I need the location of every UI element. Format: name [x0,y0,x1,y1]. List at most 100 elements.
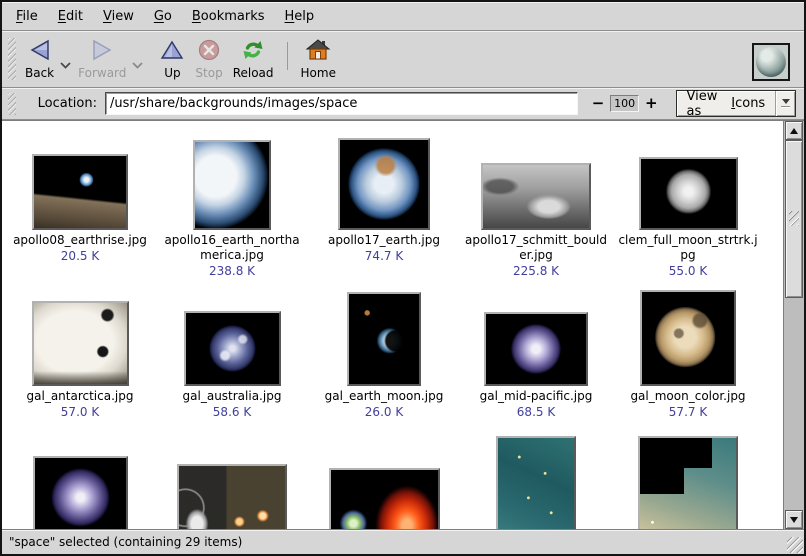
file-item[interactable]: gal_earth_moon.jpg26.0 K [308,288,460,430]
file-item[interactable]: apollo08_earthrise.jpg20.5 K [4,135,156,288]
file-item[interactable]: apollo16_earth_northamerica.jpg238.8 K [156,135,308,288]
file-item[interactable]: gal_australia.jpg58.6 K [156,288,308,430]
menu-item-help[interactable]: Help [275,6,325,27]
file-item[interactable]: clem_full_moon_strtrk.jpg55.0 K [612,135,764,288]
file-size: 55.0 K [613,263,763,279]
stop-icon [197,36,221,64]
file-item[interactable]: gal_mid-pacific.jpg68.5 K [460,288,612,430]
location-bar: Location: − 100 + View as Icons [2,88,804,120]
file-item[interactable] [156,436,308,530]
file-name: apollo17_schmitt_boulder.jpg [461,233,611,263]
file-size: 225.8 K [461,263,611,279]
zoom-level-indicator: 100 [610,95,639,112]
file-name: apollo16_earth_northamerica.jpg [157,233,307,263]
zoom-out-button[interactable]: − [592,96,605,111]
scrollbar-thumb[interactable] [785,140,803,298]
back-button[interactable]: Back [25,36,54,80]
menu-item-bookmarks[interactable]: Bookmarks [182,6,275,27]
view-as-selector[interactable]: View as Icons [676,90,797,117]
icon-view: apollo08_earthrise.jpg20.5 K apollo16_ea… [2,120,804,530]
arrow-up-icon [790,128,798,134]
home-icon [305,36,331,64]
file-thumbnail [638,436,738,530]
file-item[interactable]: apollo17_earth.jpg74.7 K [308,135,460,288]
file-thumbnail [32,301,129,386]
reload-label: Reload [233,66,274,80]
status-bar: "space" selected (containing 29 items) [2,530,804,554]
file-thumbnail [33,456,128,530]
file-name: gal_earth_moon.jpg [309,389,459,404]
home-label: Home [301,66,336,80]
forward-icon [89,36,115,64]
file-name: gal_moon_color.jpg [613,389,763,404]
file-thumbnail [338,138,430,230]
arrow-down-icon [790,517,798,523]
file-item[interactable]: gal_moon_color.jpg57.7 K [612,288,764,430]
resize-grip[interactable] [787,537,803,553]
up-icon [159,36,185,64]
toolbar: Back Forward Up [2,31,804,88]
file-item[interactable] [4,436,156,530]
file-item[interactable] [460,436,612,530]
file-name: apollo08_earthrise.jpg [5,233,155,248]
location-label: Location: [38,96,97,111]
up-button[interactable]: Up [159,36,185,80]
file-size: 57.0 K [5,404,155,420]
forward-button[interactable]: Forward [78,36,126,80]
file-thumbnail [184,311,281,386]
scroll-down-button[interactable] [785,510,803,529]
view-as-dropdown-arrow[interactable] [775,91,795,116]
file-size: 57.7 K [613,404,763,420]
file-name: apollo17_earth.jpg [309,233,459,248]
stop-label: Stop [195,66,222,80]
file-thumbnail [640,290,736,386]
file-size: 58.6 K [157,404,307,420]
file-thumbnail [32,154,128,230]
reload-icon [239,36,267,64]
menu-bar: File Edit View Go Bookmarks Help [2,2,804,31]
up-label: Up [164,66,180,80]
throbber-globe-icon [756,47,786,77]
file-size: 68.5 K [461,404,611,420]
back-icon [27,36,53,64]
file-size: 20.5 K [5,248,155,264]
file-item[interactable]: gal_antarctica.jpg57.0 K [4,288,156,430]
toolbar-drag-handle[interactable] [8,38,16,80]
file-item[interactable] [308,436,460,530]
back-label: Back [25,66,54,80]
file-thumbnail [177,464,287,530]
menu-item-view[interactable]: View [93,6,144,27]
file-item[interactable] [612,436,764,530]
toolbar-separator [287,42,288,70]
reload-button[interactable]: Reload [233,36,274,80]
view-as-label: View as Icons [677,91,776,116]
file-thumbnail [484,312,588,386]
menu-item-file[interactable]: File [6,6,48,27]
file-name: clem_full_moon_strtrk.jpg [613,233,763,263]
file-thumbnail [193,140,271,230]
forward-label: Forward [78,66,126,80]
throbber [752,43,790,81]
vertical-scrollbar[interactable] [783,121,804,529]
file-size: 26.0 K [309,404,459,420]
file-manager-window: File Edit View Go Bookmarks Help Back [0,0,806,556]
file-thumbnail [639,157,738,230]
scroll-up-button[interactable] [785,121,803,140]
file-thumbnail [496,436,576,530]
file-name: gal_australia.jpg [157,389,307,404]
forward-history-chevron-icon[interactable] [132,54,143,73]
location-input[interactable] [105,92,578,115]
back-history-chevron-icon[interactable] [60,54,71,73]
location-bar-drag-handle[interactable] [8,93,16,115]
menu-item-edit[interactable]: Edit [48,6,93,27]
menu-item-go[interactable]: Go [144,6,182,27]
file-item[interactable]: apollo17_schmitt_boulder.jpg225.8 K [460,135,612,288]
file-thumbnail [329,468,440,530]
file-thumbnail [481,163,591,230]
file-name: gal_antarctica.jpg [5,389,155,404]
file-size: 74.7 K [309,248,459,264]
stop-button[interactable]: Stop [195,36,222,80]
home-button[interactable]: Home [301,36,336,80]
zoom-in-button[interactable]: + [645,96,658,111]
file-name: gal_mid-pacific.jpg [461,389,611,404]
